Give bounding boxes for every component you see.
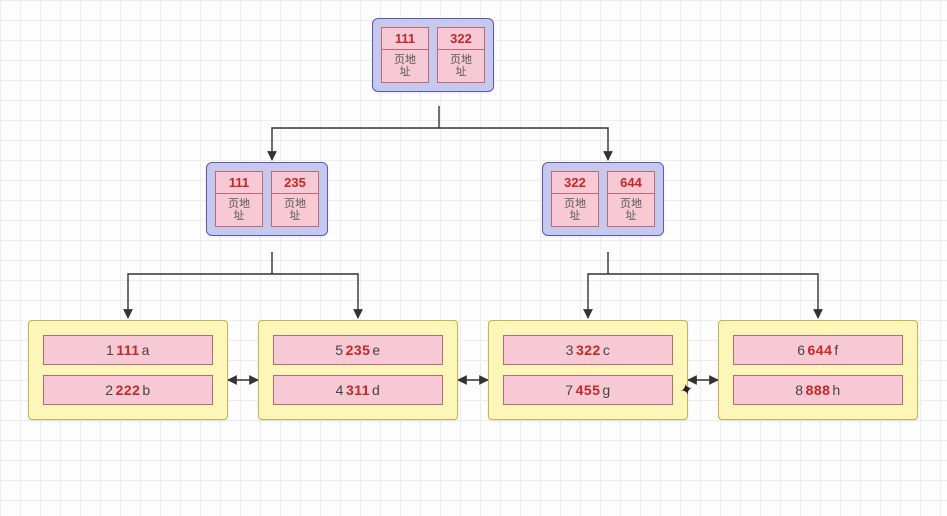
internal-index-node-left: 111 页地址 235 页地址 xyxy=(206,162,328,236)
index-pointer-label: 页地址 xyxy=(437,50,485,83)
index-pointer-label: 页地址 xyxy=(215,194,263,227)
index-cell: 322 页地址 xyxy=(551,171,599,227)
leaf-record: 4311d xyxy=(273,375,443,405)
index-key: 111 xyxy=(381,27,429,50)
leaf-node: 1111a 2222b xyxy=(28,320,228,420)
index-pointer-label: 页地址 xyxy=(551,194,599,227)
index-pointer-label: 页地址 xyxy=(381,50,429,83)
index-key: 111 xyxy=(215,171,263,194)
index-cell: 235 页地址 xyxy=(271,171,319,227)
leaf-record: 1111a xyxy=(43,335,213,365)
leaf-record: 5235e xyxy=(273,335,443,365)
index-key: 322 xyxy=(437,27,485,50)
index-cell: 644 页地址 xyxy=(607,171,655,227)
index-cell: 111 页地址 xyxy=(215,171,263,227)
index-pointer-label: 页地址 xyxy=(271,194,319,227)
root-index-node: 111 页地址 322 页地址 xyxy=(372,18,494,92)
leaf-record: 7455g xyxy=(503,375,673,405)
index-key: 322 xyxy=(551,171,599,194)
internal-index-node-right: 322 页地址 644 页地址 xyxy=(542,162,664,236)
index-key: 235 xyxy=(271,171,319,194)
leaf-node: 5235e 4311d xyxy=(258,320,458,420)
leaf-record: 6644f xyxy=(733,335,903,365)
leaf-record: 2222b xyxy=(43,375,213,405)
index-key: 644 xyxy=(607,171,655,194)
leaf-record: 3322c xyxy=(503,335,673,365)
leaf-node: 6644f 8888h xyxy=(718,320,918,420)
index-cell: 111 页地址 xyxy=(381,27,429,83)
index-pointer-label: 页地址 xyxy=(607,194,655,227)
leaf-node: 3322c 7455g xyxy=(488,320,688,420)
index-cell: 322 页地址 xyxy=(437,27,485,83)
leaf-record: 8888h xyxy=(733,375,903,405)
